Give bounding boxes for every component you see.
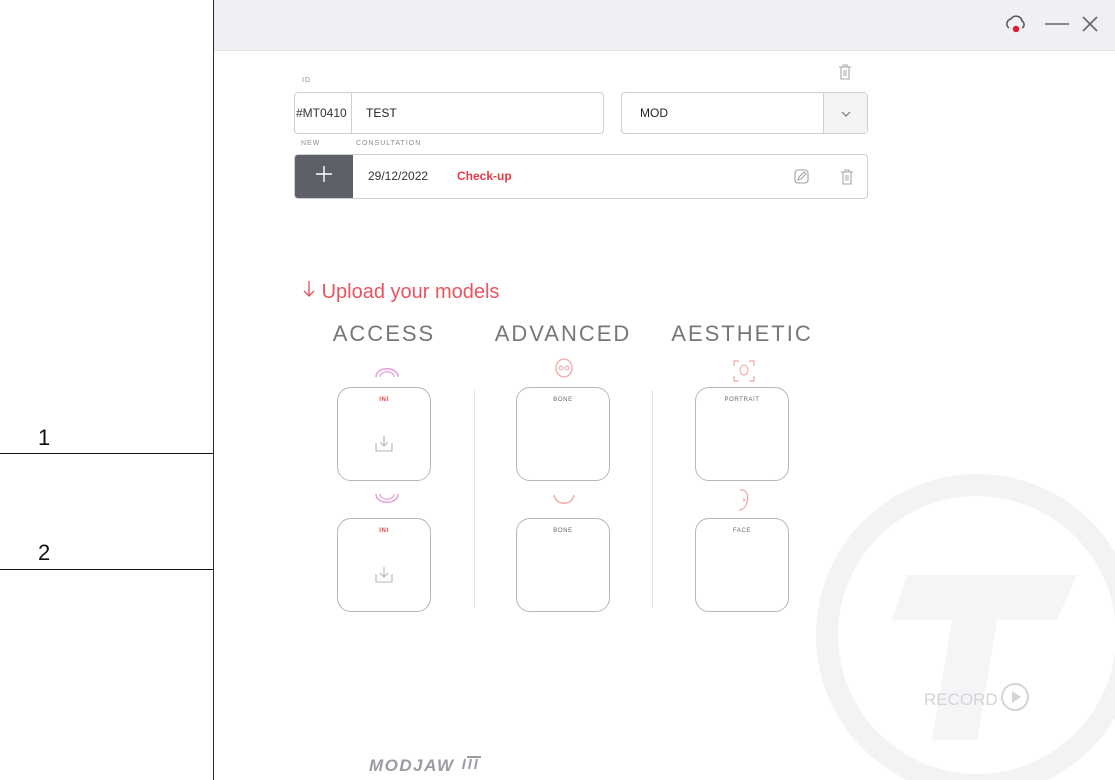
brand-logo: MODJAW <box>369 755 485 776</box>
minimize-icon[interactable] <box>1044 14 1070 39</box>
callout-number-2: 2 <box>38 540 51 565</box>
patient-name-value: TEST <box>366 106 397 120</box>
upload-card-aesthetic-upper[interactable]: PORTRAIT <box>695 387 789 481</box>
consultation-label: CONSULTATION <box>356 140 422 147</box>
consultation-field[interactable]: 29/12/2022 Check-up <box>294 154 868 199</box>
upload-models-title: Upload your models <box>302 280 499 304</box>
callout-number-1: 1 <box>38 425 51 450</box>
column-heading-advanced: ADVANCED <box>494 321 632 346</box>
upload-title-text: Upload your models <box>321 281 500 303</box>
card-label: INI <box>379 397 389 403</box>
brand-logo-text: MODJAW <box>369 756 455 775</box>
card-label: PORTRAIT <box>724 397 760 403</box>
lower-arch-icon <box>374 493 400 514</box>
upload-card-advanced-upper[interactable]: BONE <box>516 387 610 481</box>
column-heading-aesthetic: AESTHETIC <box>671 321 813 346</box>
upload-card-advanced-lower[interactable]: BONE <box>516 518 610 612</box>
record-button[interactable]: RECORD <box>924 682 1030 717</box>
upper-arch-icon <box>374 362 400 383</box>
card-label: BONE <box>553 397 573 403</box>
upload-icon <box>374 434 394 459</box>
card-label: FACE <box>732 528 752 534</box>
column-divider <box>474 390 475 608</box>
trash-icon[interactable] <box>838 64 852 85</box>
brand-mark-icon <box>461 756 485 775</box>
new-consultation-button[interactable] <box>295 155 353 198</box>
plus-icon <box>315 165 333 188</box>
jaw-icon <box>552 493 576 512</box>
title-bar <box>214 0 1115 51</box>
close-icon[interactable] <box>1080 14 1100 39</box>
card-label: INI <box>379 528 389 534</box>
cloud-record-icon[interactable] <box>1004 14 1028 39</box>
record-label: RECORD <box>924 689 998 709</box>
dropdown-toggle[interactable] <box>823 93 867 133</box>
watermark-logo-icon <box>812 470 1115 780</box>
new-label: NEW <box>301 140 321 147</box>
upload-icon <box>374 565 394 590</box>
consultation-date: 29/12/2022 <box>368 169 429 183</box>
upload-card-access-lower[interactable]: INI <box>337 518 431 612</box>
trash-icon[interactable] <box>840 169 854 190</box>
upload-card-access-upper[interactable]: INI <box>337 387 431 481</box>
skull-icon <box>553 358 575 385</box>
model-type-value: MOD <box>640 106 668 120</box>
card-label: BONE <box>553 528 573 534</box>
consultation-type: Check-up <box>457 169 512 183</box>
portrait-icon <box>733 360 755 387</box>
upload-card-aesthetic-lower[interactable]: FACE <box>695 518 789 612</box>
patient-id-prefix: #MT0410 <box>295 93 352 133</box>
model-type-select[interactable]: MOD <box>621 92 868 134</box>
patient-id-field[interactable]: #MT0410 TEST <box>294 92 604 134</box>
column-divider <box>652 390 653 608</box>
id-label: ID <box>302 77 311 84</box>
app-window: ID #MT0410 TEST MOD NEW CONSULTATION 29/… <box>213 0 1115 780</box>
play-icon <box>1000 682 1030 717</box>
face-icon <box>734 488 752 517</box>
column-heading-access: ACCESS <box>332 321 436 346</box>
chevron-down-icon <box>841 104 851 122</box>
edit-icon[interactable] <box>794 169 809 189</box>
arrow-down-icon <box>302 281 322 303</box>
